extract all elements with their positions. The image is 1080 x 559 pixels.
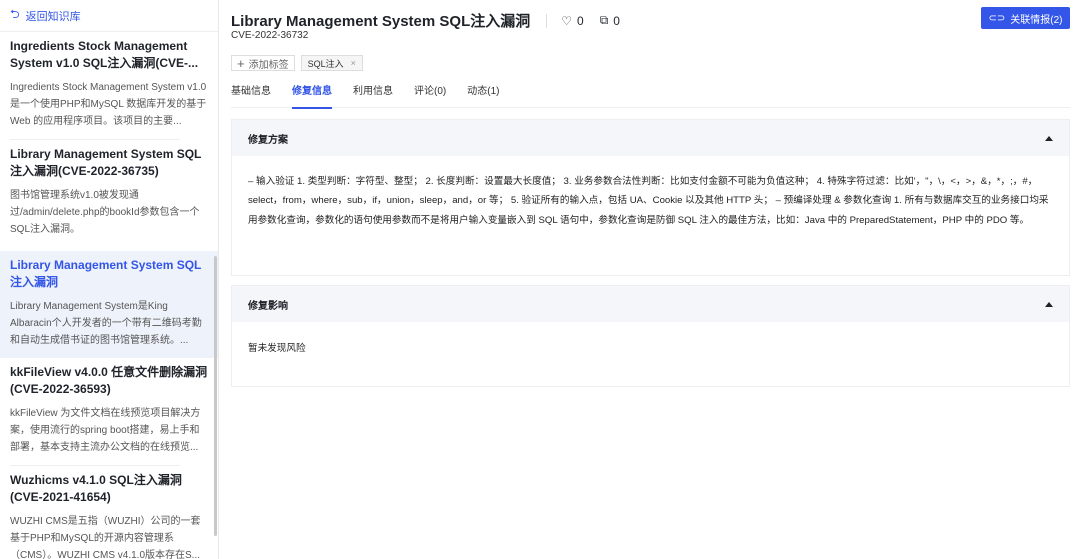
tab-fix-info[interactable]: 修复信息 xyxy=(292,84,332,109)
return-arrow-icon: ⮌ xyxy=(10,7,20,21)
list-item[interactable]: kkFileView v4.0.0 任意文件删除漏洞(CVE-2022-3659… xyxy=(0,358,218,465)
close-icon[interactable]: × xyxy=(351,58,356,68)
list-item[interactable]: Wuzhicms v4.1.0 SQL注入漏洞(CVE-2021-41654) W… xyxy=(0,466,218,559)
tab-bar: 基础信息 修复信息 利用信息 评论(0) 动态(1) xyxy=(231,84,1070,109)
fix-impact-section: 修复影响 暂未发现风险 xyxy=(231,285,1070,387)
section-header[interactable]: 修复方案 xyxy=(232,120,1069,156)
tab-exploit-info[interactable]: 利用信息 xyxy=(353,84,393,108)
scrollbar[interactable] xyxy=(214,256,217,536)
collapse-icon[interactable] xyxy=(1045,135,1053,141)
fix-plan-section: 修复方案 – 输入验证 1. 类型判断：字符型、整型； 2. 长度判断：设置最大… xyxy=(231,119,1070,276)
tab-basic-info[interactable]: 基础信息 xyxy=(231,84,271,108)
like-button[interactable]: ♡ 0 xyxy=(561,14,583,28)
related-intel-button[interactable]: ⊂⊃ 关联情报(2) xyxy=(981,7,1070,29)
section-body: 暂未发现风险 xyxy=(248,343,306,354)
cve-id: CVE-2022-36732 xyxy=(231,30,309,41)
tab-comments[interactable]: 评论(0) xyxy=(414,84,446,108)
plus-icon: + xyxy=(237,55,245,71)
add-tag-button[interactable]: + 添加标签 xyxy=(231,55,295,71)
page-title: Library Management System SQL注入漏洞 ♡ 0 ⧉ 0 xyxy=(231,13,620,30)
copy-icon: ⧉ xyxy=(599,13,609,27)
link-icon: ⊂⊃ xyxy=(988,12,1006,24)
section-header[interactable]: 修复影响 xyxy=(232,286,1069,322)
tag: SQL注入 × xyxy=(300,55,363,71)
back-to-knowledge-base[interactable]: ⮌ 返回知识库 xyxy=(0,0,218,32)
section-body: – 输入验证 1. 类型判断：字符型、整型； 2. 长度判断：设置最大长度值； … xyxy=(248,176,1049,226)
sidebar: ⮌ 返回知识库 Ingredients Stock Management Sys… xyxy=(0,0,219,559)
heart-icon: ♡ xyxy=(561,13,573,28)
list-item-selected[interactable]: Library Management System SQL注入漏洞 Library… xyxy=(0,251,218,358)
list-item[interactable]: Library Management System SQL注入漏洞(CVE-20… xyxy=(0,140,218,247)
divider xyxy=(546,13,548,28)
collapse-icon[interactable] xyxy=(1045,301,1053,307)
copy-button[interactable]: ⧉ 0 xyxy=(600,13,620,28)
list-item[interactable]: Ingredients Stock Management System v1.0… xyxy=(0,32,218,139)
tag-bar: + 添加标签 SQL注入 × xyxy=(231,55,363,71)
tab-activity[interactable]: 动态(1) xyxy=(467,84,499,108)
